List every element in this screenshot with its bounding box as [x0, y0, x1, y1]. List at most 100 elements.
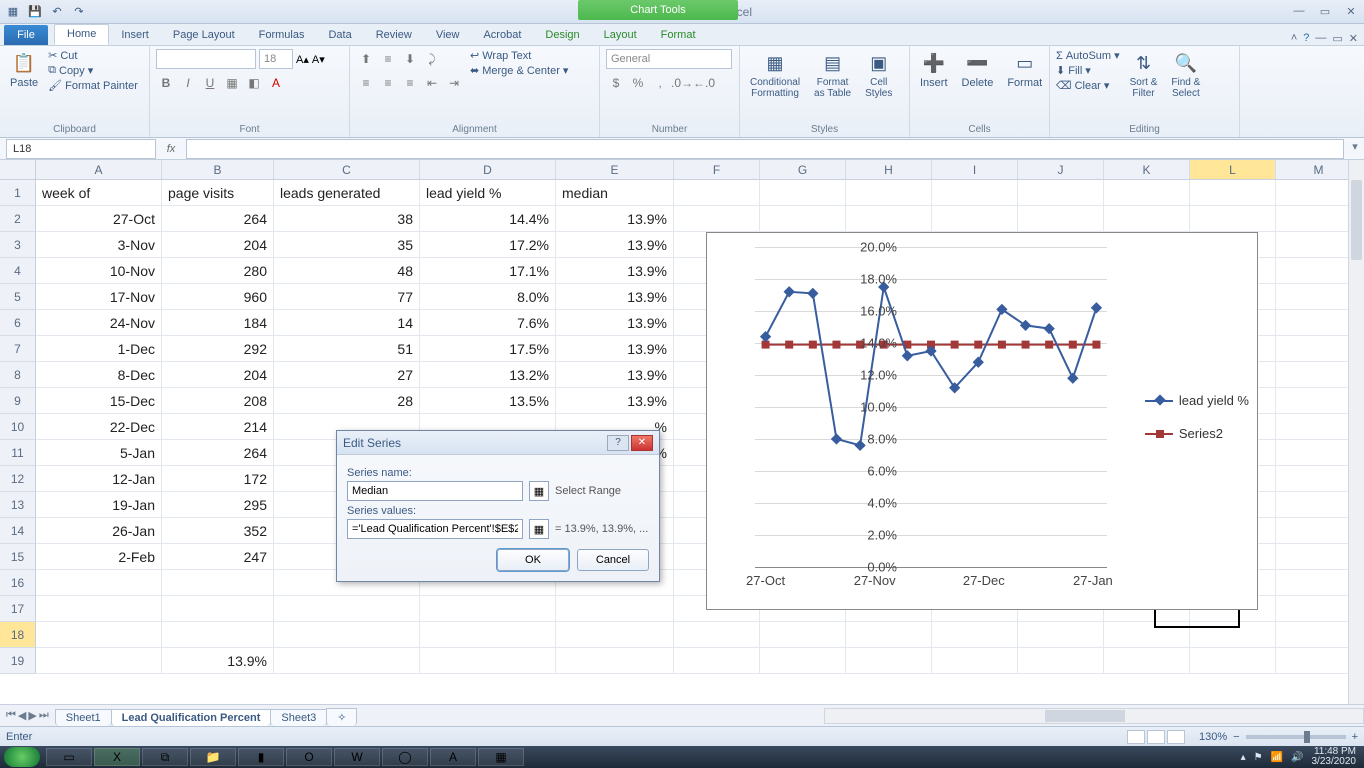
- sort-filter-button[interactable]: ⇅Sort & Filter: [1126, 49, 1162, 101]
- cell[interactable]: [846, 180, 932, 206]
- font-name-combo[interactable]: [156, 49, 256, 69]
- cell[interactable]: 8.0%: [420, 284, 556, 310]
- cell-styles-button[interactable]: ▣Cell Styles: [861, 49, 896, 101]
- row-header-1[interactable]: 1: [0, 180, 36, 206]
- cell[interactable]: 280: [162, 258, 274, 284]
- taskbar-item[interactable]: ▭: [46, 748, 92, 766]
- cell[interactable]: 13.9%: [556, 310, 674, 336]
- next-sheet-icon[interactable]: ▶: [28, 709, 36, 722]
- row-header-15[interactable]: 15: [0, 544, 36, 570]
- cell[interactable]: 17-Nov: [36, 284, 162, 310]
- close-icon[interactable]: ✕: [1342, 5, 1360, 18]
- tab-home[interactable]: Home: [54, 24, 109, 45]
- row-header-7[interactable]: 7: [0, 336, 36, 362]
- cell[interactable]: [932, 648, 1018, 674]
- cell[interactable]: 13.9%: [556, 388, 674, 414]
- cell[interactable]: 13.9%: [556, 336, 674, 362]
- cell[interactable]: 184: [162, 310, 274, 336]
- cell[interactable]: 172: [162, 466, 274, 492]
- wb-min-icon[interactable]: ―: [1315, 32, 1326, 45]
- cell[interactable]: week of: [36, 180, 162, 206]
- zoom-level[interactable]: 130%: [1199, 731, 1227, 743]
- file-tab[interactable]: File: [4, 25, 48, 45]
- cell[interactable]: [274, 648, 420, 674]
- cell[interactable]: [36, 648, 162, 674]
- cell[interactable]: 51: [274, 336, 420, 362]
- cell[interactable]: [674, 648, 760, 674]
- cell[interactable]: [674, 206, 760, 232]
- italic-button[interactable]: I: [178, 73, 198, 93]
- wrap-text-button[interactable]: ↩Wrap Text: [470, 49, 568, 62]
- cell[interactable]: 14: [274, 310, 420, 336]
- row-header-8[interactable]: 8: [0, 362, 36, 388]
- align-center-icon[interactable]: ≡: [378, 73, 398, 93]
- tab-acrobat[interactable]: Acrobat: [471, 26, 533, 45]
- start-button[interactable]: [4, 747, 40, 767]
- wb-close-icon[interactable]: ✕: [1349, 32, 1358, 45]
- legend-item[interactable]: lead yield %: [1145, 393, 1249, 408]
- restore-icon[interactable]: ▭: [1316, 5, 1334, 18]
- col-header-G[interactable]: G: [760, 160, 846, 180]
- taskbar-item[interactable]: O: [286, 748, 332, 766]
- row-header-4[interactable]: 4: [0, 258, 36, 284]
- cell[interactable]: 35: [274, 232, 420, 258]
- column-headers[interactable]: ABCDEFGHIJKLM: [36, 160, 1362, 180]
- cell[interactable]: 264: [162, 440, 274, 466]
- tray-chevron-icon[interactable]: ▴: [1241, 752, 1246, 763]
- cell[interactable]: 13.9%: [556, 206, 674, 232]
- cell[interactable]: [932, 206, 1018, 232]
- scroll-thumb[interactable]: [1351, 180, 1362, 260]
- chart-legend[interactable]: lead yield % Series2: [1145, 393, 1249, 459]
- fx-icon[interactable]: fx: [162, 143, 180, 155]
- wb-restore-icon[interactable]: ▭: [1332, 32, 1342, 45]
- cell[interactable]: 13.9%: [556, 284, 674, 310]
- cell[interactable]: [1104, 648, 1190, 674]
- cell[interactable]: [36, 570, 162, 596]
- range-selector-icon[interactable]: ▦: [529, 519, 549, 539]
- cell[interactable]: median: [556, 180, 674, 206]
- cell[interactable]: 960: [162, 284, 274, 310]
- conditional-formatting-button[interactable]: ▦Conditional Formatting: [746, 49, 804, 101]
- expand-formula-bar-icon[interactable]: ▾: [1348, 140, 1362, 158]
- cell[interactable]: 208: [162, 388, 274, 414]
- cell[interactable]: [36, 622, 162, 648]
- row-header-2[interactable]: 2: [0, 206, 36, 232]
- percent-icon[interactable]: %: [628, 73, 648, 93]
- cell[interactable]: 48: [274, 258, 420, 284]
- minimize-ribbon-icon[interactable]: ˄: [1291, 32, 1297, 45]
- cell[interactable]: [846, 206, 932, 232]
- save-icon[interactable]: 💾: [26, 3, 44, 21]
- tray-flag-icon[interactable]: ⚑: [1254, 752, 1263, 763]
- underline-button[interactable]: U: [200, 73, 220, 93]
- undo-icon[interactable]: ↶: [48, 3, 66, 21]
- dialog-close-icon[interactable]: ✕: [631, 435, 653, 451]
- cell[interactable]: [1104, 622, 1190, 648]
- align-left-icon[interactable]: ≡: [356, 73, 376, 93]
- last-sheet-icon[interactable]: ⏭: [39, 709, 49, 722]
- tray-network-icon[interactable]: 📶: [1271, 752, 1283, 763]
- cell[interactable]: 5-Jan: [36, 440, 162, 466]
- cell[interactable]: 19-Jan: [36, 492, 162, 518]
- fill-color-button[interactable]: ◧: [244, 73, 264, 93]
- cell[interactable]: lead yield %: [420, 180, 556, 206]
- orientation-icon[interactable]: ⤸: [422, 49, 442, 69]
- embedded-chart[interactable]: lead yield % Series2 0.0%2.0%4.0%6.0%8.0…: [706, 232, 1258, 610]
- cell[interactable]: [420, 648, 556, 674]
- ok-button[interactable]: OK: [497, 549, 569, 571]
- dialog-help-icon[interactable]: ?: [607, 435, 629, 451]
- cell[interactable]: [556, 648, 674, 674]
- indent-dec-icon[interactable]: ⇤: [422, 73, 442, 93]
- cell[interactable]: [556, 596, 674, 622]
- col-header-I[interactable]: I: [932, 160, 1018, 180]
- cell[interactable]: [674, 180, 760, 206]
- taskbar-clock[interactable]: 11:48 PM3/23/2020: [1312, 747, 1357, 767]
- cell[interactable]: 13.9%: [556, 232, 674, 258]
- first-sheet-icon[interactable]: ⏮: [6, 709, 16, 722]
- cell[interactable]: 292: [162, 336, 274, 362]
- row-header-11[interactable]: 11: [0, 440, 36, 466]
- merge-center-button[interactable]: ⬌Merge & Center▾: [470, 64, 568, 77]
- cell[interactable]: 8-Dec: [36, 362, 162, 388]
- taskbar-item[interactable]: ⧉: [142, 748, 188, 766]
- cell[interactable]: [1190, 206, 1276, 232]
- tab-design[interactable]: Design: [533, 26, 591, 45]
